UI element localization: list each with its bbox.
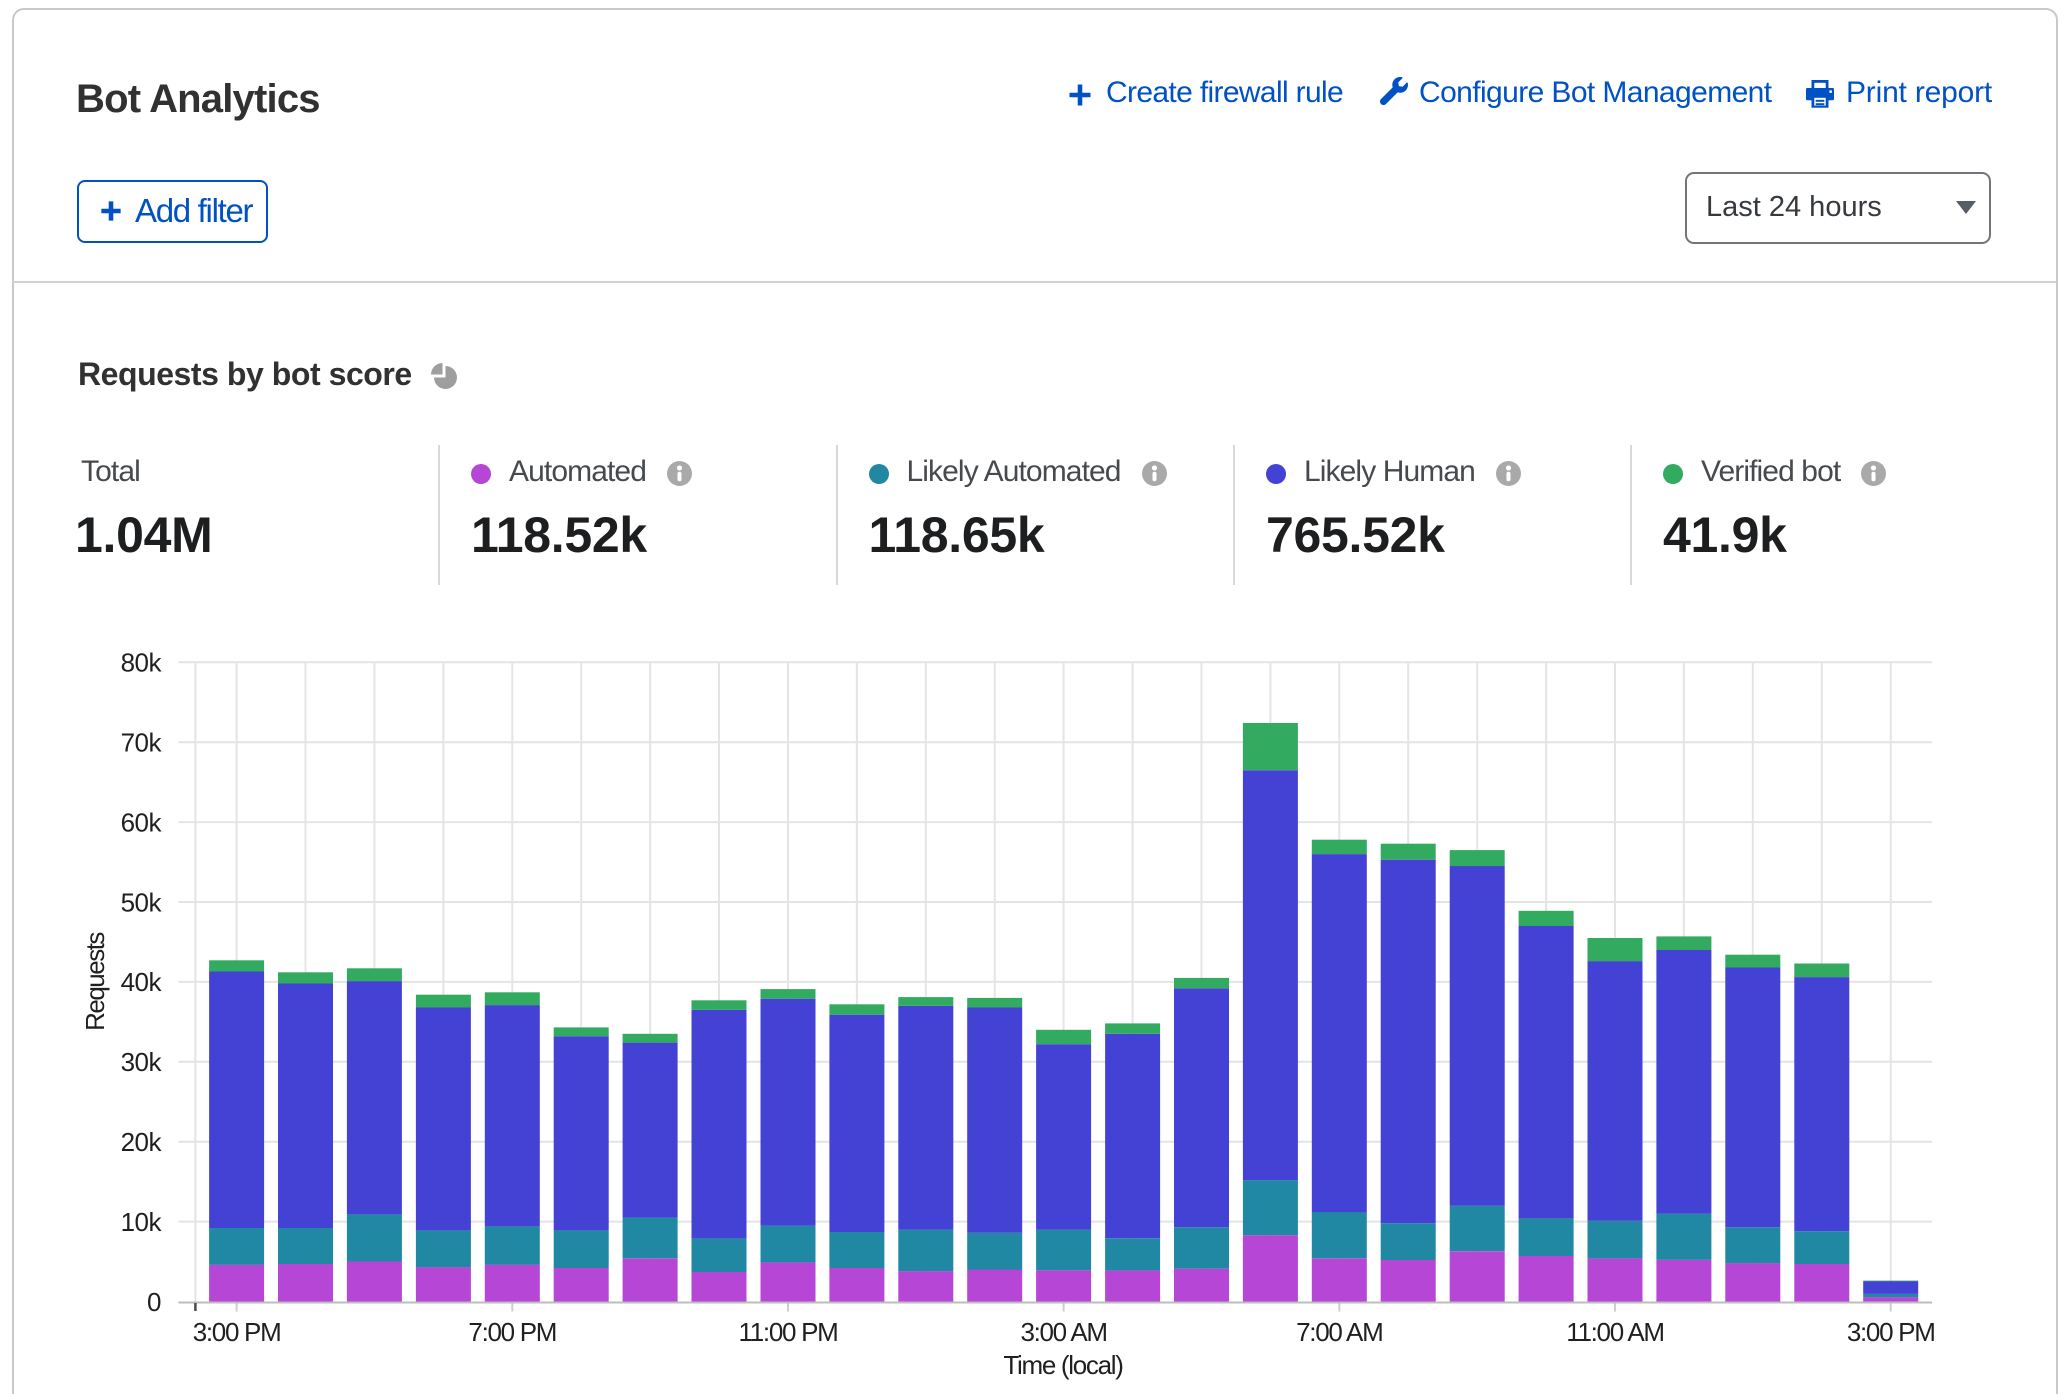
svg-text:20k: 20k — [121, 1127, 163, 1157]
svg-text:3:00 AM: 3:00 AM — [1020, 1317, 1106, 1347]
svg-text:11:00 AM: 11:00 AM — [1566, 1317, 1664, 1347]
svg-text:7:00 AM: 7:00 AM — [1296, 1317, 1382, 1347]
svg-text:11:00 PM: 11:00 PM — [739, 1317, 838, 1347]
svg-text:40k: 40k — [121, 967, 163, 997]
svg-text:7:00 PM: 7:00 PM — [468, 1317, 556, 1347]
svg-text:3:00 PM: 3:00 PM — [1847, 1317, 1935, 1347]
svg-text:60k: 60k — [121, 807, 163, 837]
svg-text:0: 0 — [147, 1287, 161, 1317]
svg-text:Time (local): Time (local) — [1003, 1350, 1123, 1380]
svg-text:30k: 30k — [121, 1047, 163, 1077]
svg-text:3:00 PM: 3:00 PM — [193, 1317, 281, 1347]
svg-text:50k: 50k — [121, 887, 163, 917]
svg-text:10k: 10k — [121, 1207, 163, 1237]
svg-text:80k: 80k — [121, 648, 163, 678]
svg-text:70k: 70k — [121, 728, 163, 758]
svg-text:Requests: Requests — [80, 932, 110, 1031]
